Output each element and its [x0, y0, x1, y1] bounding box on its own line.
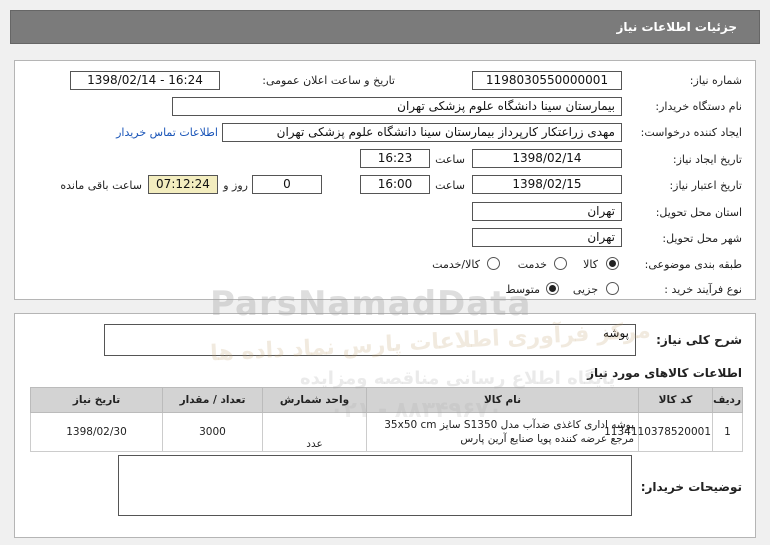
remaining-days-field: 0 [252, 175, 322, 194]
buyer-org-field: بیمارستان سینا دانشگاه علوم پزشکی تهران [172, 97, 622, 116]
purchase-medium-radio[interactable] [546, 282, 559, 295]
buyer-contact-link[interactable]: اطلاعات تماس خریدار [116, 126, 218, 139]
city-label: شهر محل تحویل: [662, 232, 742, 245]
need-number-field: 1198030550000001 [472, 71, 622, 90]
validity-date-field: 1398/02/15 [472, 175, 622, 194]
requester-field: مهدی زراعتکار کارپرداز بیمارستان سینا دا… [222, 123, 622, 142]
category-goods-service-radio[interactable] [487, 257, 500, 270]
validity-time-field: 16:00 [360, 175, 430, 194]
col-need-date: تاریخ نیاز [30, 387, 163, 413]
created-time-field: 16:23 [360, 149, 430, 168]
items-table: ردیف کد کالا نام کالا واحد شمارش تعداد /… [30, 387, 743, 452]
city-field: تهران [472, 228, 622, 247]
buyer-notes-field [118, 455, 632, 516]
requester-label: ایجاد کننده درخواست: [640, 126, 742, 139]
col-unit: واحد شمارش [262, 387, 367, 413]
row-item-name: پوشه اداری کاغذی ضدآب مدل S1350 سایز 35x… [366, 412, 639, 452]
table-row: 1 1134110378520001 پوشه اداری کاغذی ضدآب… [30, 412, 743, 452]
row-quantity: 3000 [162, 412, 263, 452]
category-label: طبقه بندی موضوعی: [644, 258, 742, 271]
col-quantity: تعداد / مقدار [162, 387, 263, 413]
col-row-number: ردیف [712, 387, 743, 413]
province-field: تهران [472, 202, 622, 221]
created-time-label: ساعت [435, 153, 465, 166]
purchase-medium-label: متوسط [505, 283, 540, 296]
col-item-name: نام کالا [366, 387, 639, 413]
category-goods-service-label: کالا/خدمت [432, 258, 480, 271]
province-label: استان محل تحویل: [655, 206, 742, 219]
created-date-label: تاریخ ایجاد نیاز: [672, 153, 742, 166]
col-item-code: کد کالا [638, 387, 713, 413]
remaining-time-label: ساعت باقی مانده [60, 179, 142, 192]
items-section-title: اطلاعات کالاهای مورد نیاز [587, 366, 742, 380]
summary-field: پوشه [104, 324, 636, 356]
items-header-row: ردیف کد کالا نام کالا واحد شمارش تعداد /… [30, 387, 743, 413]
validity-time-label: ساعت [435, 179, 465, 192]
row-need-date: 1398/02/30 [30, 412, 163, 452]
announce-datetime-field: 1398/02/14 - 16:24 [70, 71, 220, 90]
remaining-time-field: 07:12:24 [148, 175, 218, 194]
summary-label: شرح کلی نیاز: [656, 333, 742, 347]
category-goods-label: کالا [583, 258, 598, 271]
days-label: روز و [223, 179, 248, 192]
category-service-label: خدمت [517, 258, 547, 271]
need-number-label: شماره نیاز: [689, 74, 742, 87]
validity-date-label: تاریخ اعتبار نیاز: [669, 179, 742, 192]
purchase-type-label: نوع فرآیند خرید : [664, 283, 742, 296]
buyer-org-label: نام دستگاه خریدار: [655, 100, 742, 113]
created-date-field: 1398/02/14 [472, 149, 622, 168]
row-unit: عدد [262, 412, 367, 452]
purchase-minor-radio[interactable] [606, 282, 619, 295]
category-goods-radio[interactable] [606, 257, 619, 270]
row-item-code: 1134110378520001 [604, 412, 713, 452]
purchase-minor-label: جزیی [572, 283, 598, 296]
page-title: جزئیات اطلاعات نیاز [616, 20, 737, 34]
page-header: جزئیات اطلاعات نیاز [10, 10, 760, 44]
category-service-radio[interactable] [554, 257, 567, 270]
announce-datetime-label: تاریخ و ساعت اعلان عمومی: [262, 74, 395, 87]
row-index: 1 [712, 412, 743, 452]
buyer-notes-label: توضیحات خریدار: [640, 480, 742, 494]
